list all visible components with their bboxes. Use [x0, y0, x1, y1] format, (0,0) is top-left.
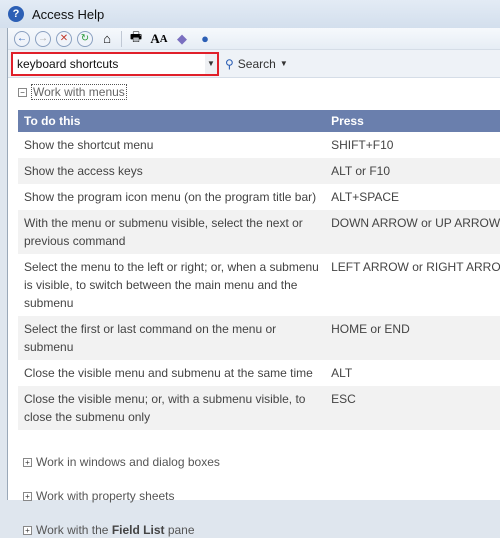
action-cell: Show the program icon menu (on the progr… [24, 190, 317, 204]
table-row: Close the visible menu and submenu at th… [18, 360, 500, 386]
title-bar: ? Access Help [0, 0, 500, 28]
print-icon[interactable]: 🖶 [127, 29, 145, 47]
label-text: pane [164, 523, 195, 537]
keys-cell: SHIFT+F10 [331, 138, 394, 152]
section-label: Work in windows and dialog boxes [36, 455, 220, 469]
table-row: Show the access keys ALT or F10 [18, 158, 500, 184]
action-cell: Show the access keys [18, 158, 326, 184]
table-row: Select the first or last command on the … [18, 316, 500, 360]
table-row: With the menu or submenu visible, select… [18, 210, 500, 254]
expand-icon[interactable]: + [23, 491, 32, 501]
keys-cell: ALT [331, 366, 353, 380]
divider [121, 30, 122, 47]
search-label: Search [237, 56, 276, 71]
font-size-icon[interactable]: AA [150, 31, 168, 47]
section-label: Work with the Field List pane [36, 523, 195, 537]
section-collapsed[interactable]: + Work with the Field List pane [23, 522, 500, 538]
keys-cell: ESC [325, 386, 500, 430]
search-combobox: ▼ [11, 51, 219, 76]
section-collapsed[interactable]: + Work in windows and dialog boxes [23, 454, 500, 470]
label-text: Work with the [36, 523, 112, 537]
stop-icon[interactable]: ✕ [56, 30, 72, 47]
keys-cell: ALT or F10 [325, 158, 500, 184]
action-cell: Close the visible menu and submenu at th… [24, 366, 313, 380]
keys-cell: LEFT ARROW or RIGHT ARROW [331, 260, 500, 274]
collapse-icon[interactable]: − [18, 87, 27, 97]
shortcut-table: To do this Press Show the shortcut menu SH… [18, 110, 500, 430]
column-header: To do this [18, 110, 326, 132]
search-input[interactable] [13, 56, 205, 71]
search-icon: ⚲ [225, 56, 234, 71]
action-cell: With the menu or submenu visible, select… [18, 210, 326, 254]
chevron-down-icon[interactable]: ▼ [205, 53, 217, 74]
home-icon[interactable]: ⌂ [98, 31, 116, 47]
action-cell: Close the visible menu; or, with a subme… [18, 386, 326, 430]
window-title: Access Help [32, 6, 105, 22]
keys-cell: HOME or END [325, 316, 500, 360]
action-cell: Show the shortcut menu [24, 138, 154, 152]
chevron-down-icon[interactable]: ▼ [280, 59, 288, 68]
search-button[interactable]: ⚲ Search ▼ [225, 57, 288, 71]
book-icon[interactable]: ◆ [173, 31, 191, 47]
action-cell: Select the menu to the left or right; or… [24, 260, 319, 310]
table-row: Show the program icon menu (on the progr… [18, 184, 500, 210]
forward-icon[interactable]: → [35, 30, 51, 47]
search-bar: ▼ ⚲ Search ▼ [8, 50, 500, 78]
expand-icon[interactable]: + [23, 525, 32, 535]
section-work-with-menus[interactable]: − Work with menus [18, 84, 500, 100]
keys-cell: ALT+SPACE [331, 190, 399, 204]
back-icon[interactable]: ← [14, 30, 30, 47]
pin-icon[interactable]: ● [196, 31, 214, 47]
action-cell: Select the first or last command on the … [18, 316, 326, 360]
label-text: Work with property sheets [36, 489, 175, 503]
section-label: Work with property sheets [36, 489, 175, 503]
help-window: ← → ✕ ↻ ⌂ 🖶 AA ◆ ● ▼ ⚲ Search ▼ − Work w… [7, 28, 500, 537]
table-row: Close the visible menu; or, with a subme… [18, 386, 500, 430]
expand-icon[interactable]: + [23, 457, 32, 467]
help-icon: ? [8, 6, 24, 22]
label-text: Work in windows and dialog boxes [36, 455, 220, 469]
table-row: Select the menu to the left or right; or… [18, 254, 500, 316]
toolbar: ← → ✕ ↻ ⌂ 🖶 AA ◆ ● [8, 28, 500, 50]
section-label: Work with menus [31, 84, 127, 100]
refresh-icon[interactable]: ↻ [77, 30, 93, 47]
label-bold: Field List [111, 523, 165, 537]
column-header: Press [325, 110, 500, 132]
table-row: Show the shortcut menu SHIFT+F10 [18, 132, 500, 158]
section-collapsed[interactable]: + Work with property sheets [23, 488, 500, 504]
keys-cell: DOWN ARROW or UP ARROW [325, 210, 500, 254]
